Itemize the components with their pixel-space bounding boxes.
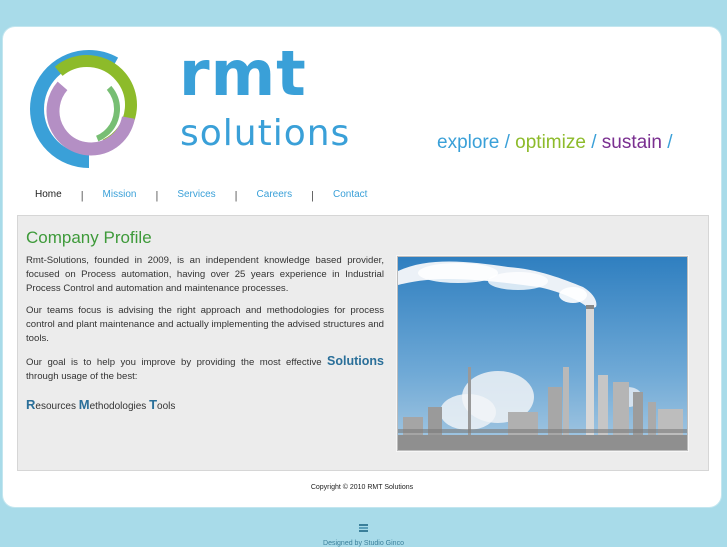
acronym-tools: ools <box>157 401 176 412</box>
brand-solutions: solutions <box>180 113 351 154</box>
nav-separator: | <box>80 190 84 202</box>
nav-mission[interactable]: Mission <box>103 189 137 200</box>
tagline: explore / optimize / sustain / <box>437 131 673 155</box>
acronym-t: T <box>149 397 158 412</box>
rmt-logo-icon <box>30 50 148 168</box>
acronym-resources: esources <box>35 401 79 412</box>
solutions-highlight: Solutions <box>327 354 384 368</box>
goal-text-end: through usage of the best: <box>26 371 138 382</box>
goal-paragraph: Our goal is to help you improve by provi… <box>26 354 384 384</box>
nav-separator: | <box>311 190 314 202</box>
brand-rmt: rmt <box>179 37 307 110</box>
profile-text: Rmt-Solutions, founded in 2009, is an in… <box>26 254 384 414</box>
acronym-m: M <box>78 397 90 412</box>
goal-text: Our goal is to help you improve by provi… <box>26 357 328 368</box>
main-nav: Home | Mission | Services | Careers | Co… <box>35 185 367 203</box>
acronym-r: R <box>26 397 36 412</box>
designed-by-link[interactable]: Designed by Studio Ginco <box>0 540 727 547</box>
tagline-separator: / <box>585 132 602 153</box>
designer-logo-icon <box>359 524 368 532</box>
nav-home[interactable]: Home <box>35 189 62 200</box>
tagline-explore: explore <box>437 132 500 153</box>
copyright: Copyright © 2010 RMT Solutions <box>310 484 414 491</box>
rmt-acronym: Resources Methodologies Tools <box>26 398 384 414</box>
tagline-separator: / <box>661 132 673 153</box>
focus-paragraph: Our teams focus is advising the right ap… <box>26 305 384 344</box>
nav-separator: | <box>234 190 238 202</box>
profile-paragraph: Rmt-Solutions, founded in 2009, is an in… <box>26 255 384 294</box>
content-panel: Company Profile Rmt-Solutions, founded i… <box>17 215 709 471</box>
tagline-optimize: optimize <box>515 132 586 153</box>
nav-services[interactable]: Services <box>177 189 215 200</box>
nav-careers[interactable]: Careers <box>257 189 293 200</box>
page-card: rmt solutions explore / optimize / susta… <box>3 27 721 507</box>
nav-contact[interactable]: Contact <box>333 189 367 200</box>
tagline-sustain: sustain <box>601 132 662 153</box>
acronym-methodologies: ethodologies <box>89 401 150 412</box>
industrial-plant-photo <box>397 256 688 451</box>
nav-separator: | <box>155 190 159 202</box>
tagline-separator: / <box>499 132 516 153</box>
page-title: Company Profile <box>26 228 152 247</box>
